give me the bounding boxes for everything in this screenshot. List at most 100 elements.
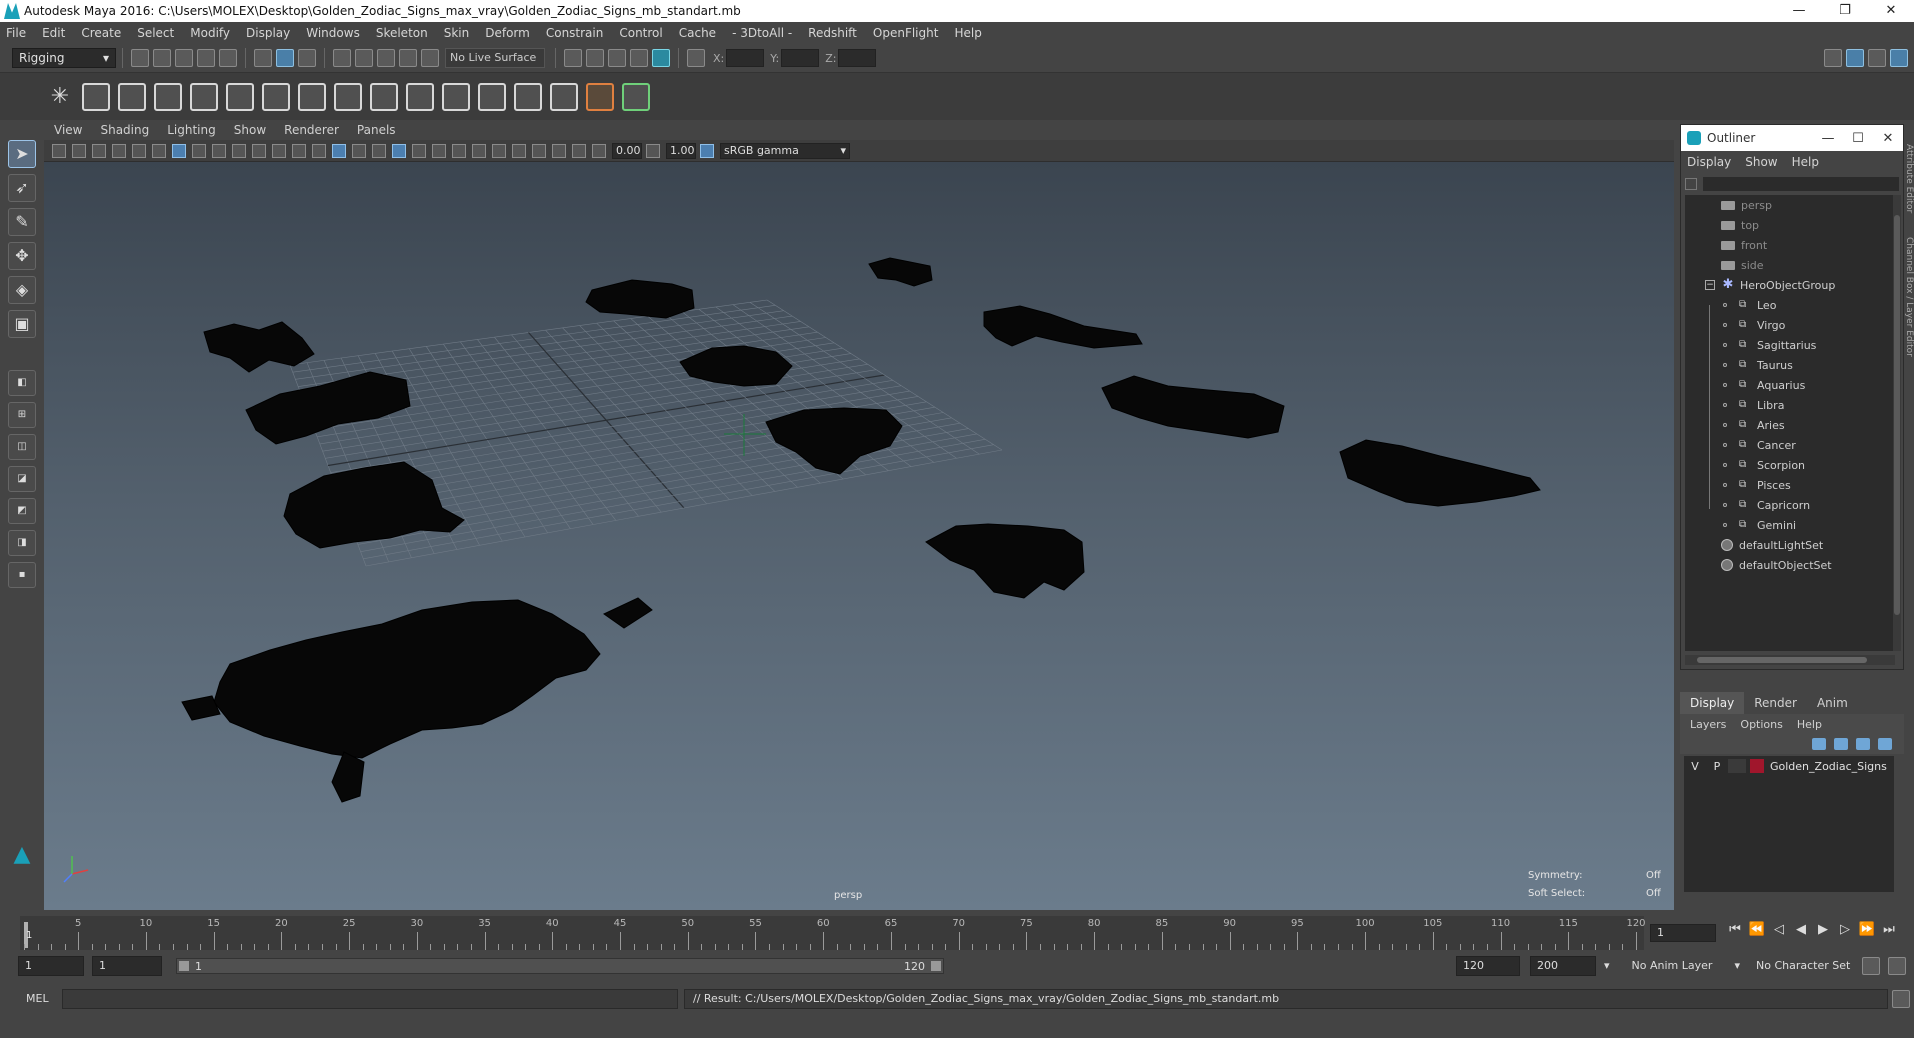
search-options-icon[interactable] bbox=[1685, 178, 1697, 190]
outliner-mesh-row[interactable]: ⧉ Sagittarius bbox=[1685, 335, 1895, 355]
layer-row[interactable]: V P Golden_Zodiac_Signs bbox=[1684, 756, 1894, 776]
joint-tool-icon[interactable]: ✳ bbox=[46, 83, 74, 111]
current-frame-field[interactable]: 1 bbox=[1650, 924, 1716, 942]
move-layer-down-icon[interactable] bbox=[1834, 738, 1848, 750]
lattice-icon[interactable] bbox=[262, 82, 290, 111]
panel-menu-item[interactable]: Shading bbox=[100, 123, 149, 137]
zodiac-mesh[interactable] bbox=[983, 305, 1143, 349]
render-view-icon[interactable] bbox=[564, 49, 582, 67]
select-object-icon[interactable] bbox=[276, 49, 294, 67]
outliner-group-row[interactable]: − ✱ HeroObjectGroup bbox=[1685, 275, 1895, 295]
outliner-mesh-row[interactable]: ⧉ Taurus bbox=[1685, 355, 1895, 375]
outliner-set-row[interactable]: defaultLightSet bbox=[1685, 535, 1895, 555]
range-end-handle[interactable] bbox=[931, 961, 941, 971]
scroll-thumb[interactable] bbox=[1697, 657, 1867, 663]
outliner-mesh-row[interactable]: ⧉ Aquarius bbox=[1685, 375, 1895, 395]
paint-select-tool-icon[interactable]: ✎ bbox=[8, 208, 36, 236]
new-layer-from-selected-icon[interactable] bbox=[1878, 738, 1892, 750]
script-language-toggle[interactable]: MEL bbox=[26, 992, 49, 1005]
menu-set-dropdown[interactable]: Rigging ▾ bbox=[12, 48, 116, 68]
outliner-camera-row[interactable]: front bbox=[1685, 235, 1895, 255]
wireframe-icon[interactable] bbox=[312, 143, 326, 158]
outliner-mesh-row[interactable]: ⧉ Capricorn bbox=[1685, 495, 1895, 515]
grease-pencil-icon[interactable] bbox=[152, 143, 166, 158]
snap-curve-icon[interactable] bbox=[355, 49, 373, 67]
step-forward-key-icon[interactable]: ⏩ bbox=[1856, 922, 1878, 937]
safe-action-icon[interactable] bbox=[272, 143, 286, 158]
outliner-menu-item[interactable]: Help bbox=[1792, 155, 1819, 169]
xray-components-icon[interactable] bbox=[472, 143, 486, 158]
layer-display-type-toggle[interactable] bbox=[1728, 759, 1746, 773]
layer-menu-item[interactable]: Options bbox=[1740, 718, 1782, 731]
redo-icon[interactable] bbox=[219, 49, 237, 67]
menu-item[interactable]: Select bbox=[137, 26, 174, 40]
outliner-mesh-row[interactable]: ⧉ Virgo bbox=[1685, 315, 1895, 335]
default-lighting-icon[interactable] bbox=[352, 143, 366, 158]
snap-surface-icon[interactable] bbox=[421, 49, 439, 67]
safe-title-icon[interactable] bbox=[292, 143, 306, 158]
select-camera-icon[interactable] bbox=[52, 143, 66, 158]
multisample-aa-icon[interactable] bbox=[552, 143, 566, 158]
panel-menu-item[interactable]: Renderer bbox=[284, 123, 339, 137]
layer-color-swatch[interactable] bbox=[1750, 759, 1764, 773]
menu-item[interactable]: Skin bbox=[444, 26, 470, 40]
animation-preferences-icon[interactable] bbox=[1888, 957, 1906, 975]
view-transform-dropdown[interactable]: sRGB gamma ▾ bbox=[720, 142, 850, 159]
step-back-key-icon[interactable]: ⏪ bbox=[1746, 922, 1768, 937]
3d-scene[interactable]: persp Symmetry: Off Soft Select: Off bbox=[44, 162, 1674, 910]
time-ruler[interactable]: 5 10 15 20 25 30 35 40 45 50 55 60 65 70 75 80 85 90 95 100… bbox=[20, 916, 1646, 950]
resolution-gate-icon[interactable] bbox=[212, 143, 226, 158]
move-tool-icon[interactable]: ✥ bbox=[8, 242, 36, 270]
zodiac-mesh[interactable] bbox=[1101, 375, 1285, 439]
play-forwards-icon[interactable]: ▶ bbox=[1812, 922, 1834, 937]
single-perspective-layout-icon[interactable]: ◧ bbox=[8, 370, 36, 396]
layer-playback-toggle[interactable]: P bbox=[1706, 760, 1728, 773]
zodiac-mesh[interactable] bbox=[603, 597, 653, 629]
outliner-mesh-row[interactable]: ⧉ Aries bbox=[1685, 415, 1895, 435]
render-frame-icon[interactable] bbox=[586, 49, 604, 67]
channel-box-toggle-icon[interactable] bbox=[1890, 49, 1908, 67]
exposure-icon[interactable] bbox=[592, 143, 606, 158]
command-input[interactable] bbox=[62, 989, 678, 1009]
persp-hypershade-layout-icon[interactable]: ◩ bbox=[8, 498, 36, 524]
shadows-icon[interactable] bbox=[372, 143, 386, 158]
four-view-layout-icon[interactable]: ⊞ bbox=[8, 402, 36, 428]
2d-pan-zoom-icon[interactable] bbox=[132, 143, 146, 158]
move-layer-up-icon[interactable] bbox=[1812, 738, 1826, 750]
layer-menu-item[interactable]: Layers bbox=[1690, 718, 1726, 731]
snap-point-icon[interactable] bbox=[377, 49, 395, 67]
orient-constraint-icon[interactable] bbox=[406, 82, 434, 111]
use-all-lights-icon[interactable] bbox=[412, 143, 426, 158]
script-editor-icon[interactable] bbox=[1892, 990, 1910, 1008]
camera-attributes-icon[interactable] bbox=[72, 143, 86, 158]
y-field[interactable] bbox=[781, 49, 820, 67]
playback-end-field[interactable]: 120 bbox=[1456, 956, 1520, 976]
scale-tool-icon[interactable]: ▣ bbox=[8, 310, 36, 338]
blendshape-icon[interactable] bbox=[334, 82, 362, 111]
ik-handle-icon[interactable] bbox=[82, 82, 110, 111]
outliner-mesh-row[interactable]: ⧉ Libra bbox=[1685, 395, 1895, 415]
textured-icon[interactable] bbox=[392, 143, 406, 158]
zodiac-mesh[interactable] bbox=[868, 257, 933, 287]
ambient-occlusion-icon[interactable] bbox=[492, 143, 506, 158]
range-start-handle[interactable] bbox=[179, 961, 189, 971]
outliner-menu-item[interactable]: Show bbox=[1745, 155, 1777, 169]
menu-item[interactable]: Create bbox=[81, 26, 121, 40]
collapse-icon[interactable]: − bbox=[1705, 280, 1715, 290]
x-field[interactable] bbox=[726, 49, 765, 67]
open-scene-icon[interactable] bbox=[153, 49, 171, 67]
bookmarks-icon[interactable] bbox=[92, 143, 106, 158]
minimize-button[interactable]: — bbox=[1776, 0, 1822, 22]
menu-item[interactable]: Redshift bbox=[808, 26, 857, 40]
menu-item[interactable]: File bbox=[6, 26, 26, 40]
tool-settings-toggle-icon[interactable] bbox=[1868, 49, 1886, 67]
exposure-field[interactable]: 0.00 bbox=[612, 142, 642, 159]
outliner-camera-row[interactable]: top bbox=[1685, 215, 1895, 235]
outliner-mesh-row[interactable]: ⧉ Leo bbox=[1685, 295, 1895, 315]
attribute-editor-toggle-icon[interactable] bbox=[1846, 49, 1864, 67]
menu-item[interactable]: Windows bbox=[306, 26, 360, 40]
step-forward-frame-icon[interactable]: ▷ bbox=[1834, 922, 1856, 937]
menu-item[interactable]: Deform bbox=[485, 26, 530, 40]
range-slider[interactable]: 1 120 bbox=[176, 958, 944, 974]
color-management-icon[interactable] bbox=[700, 143, 714, 158]
